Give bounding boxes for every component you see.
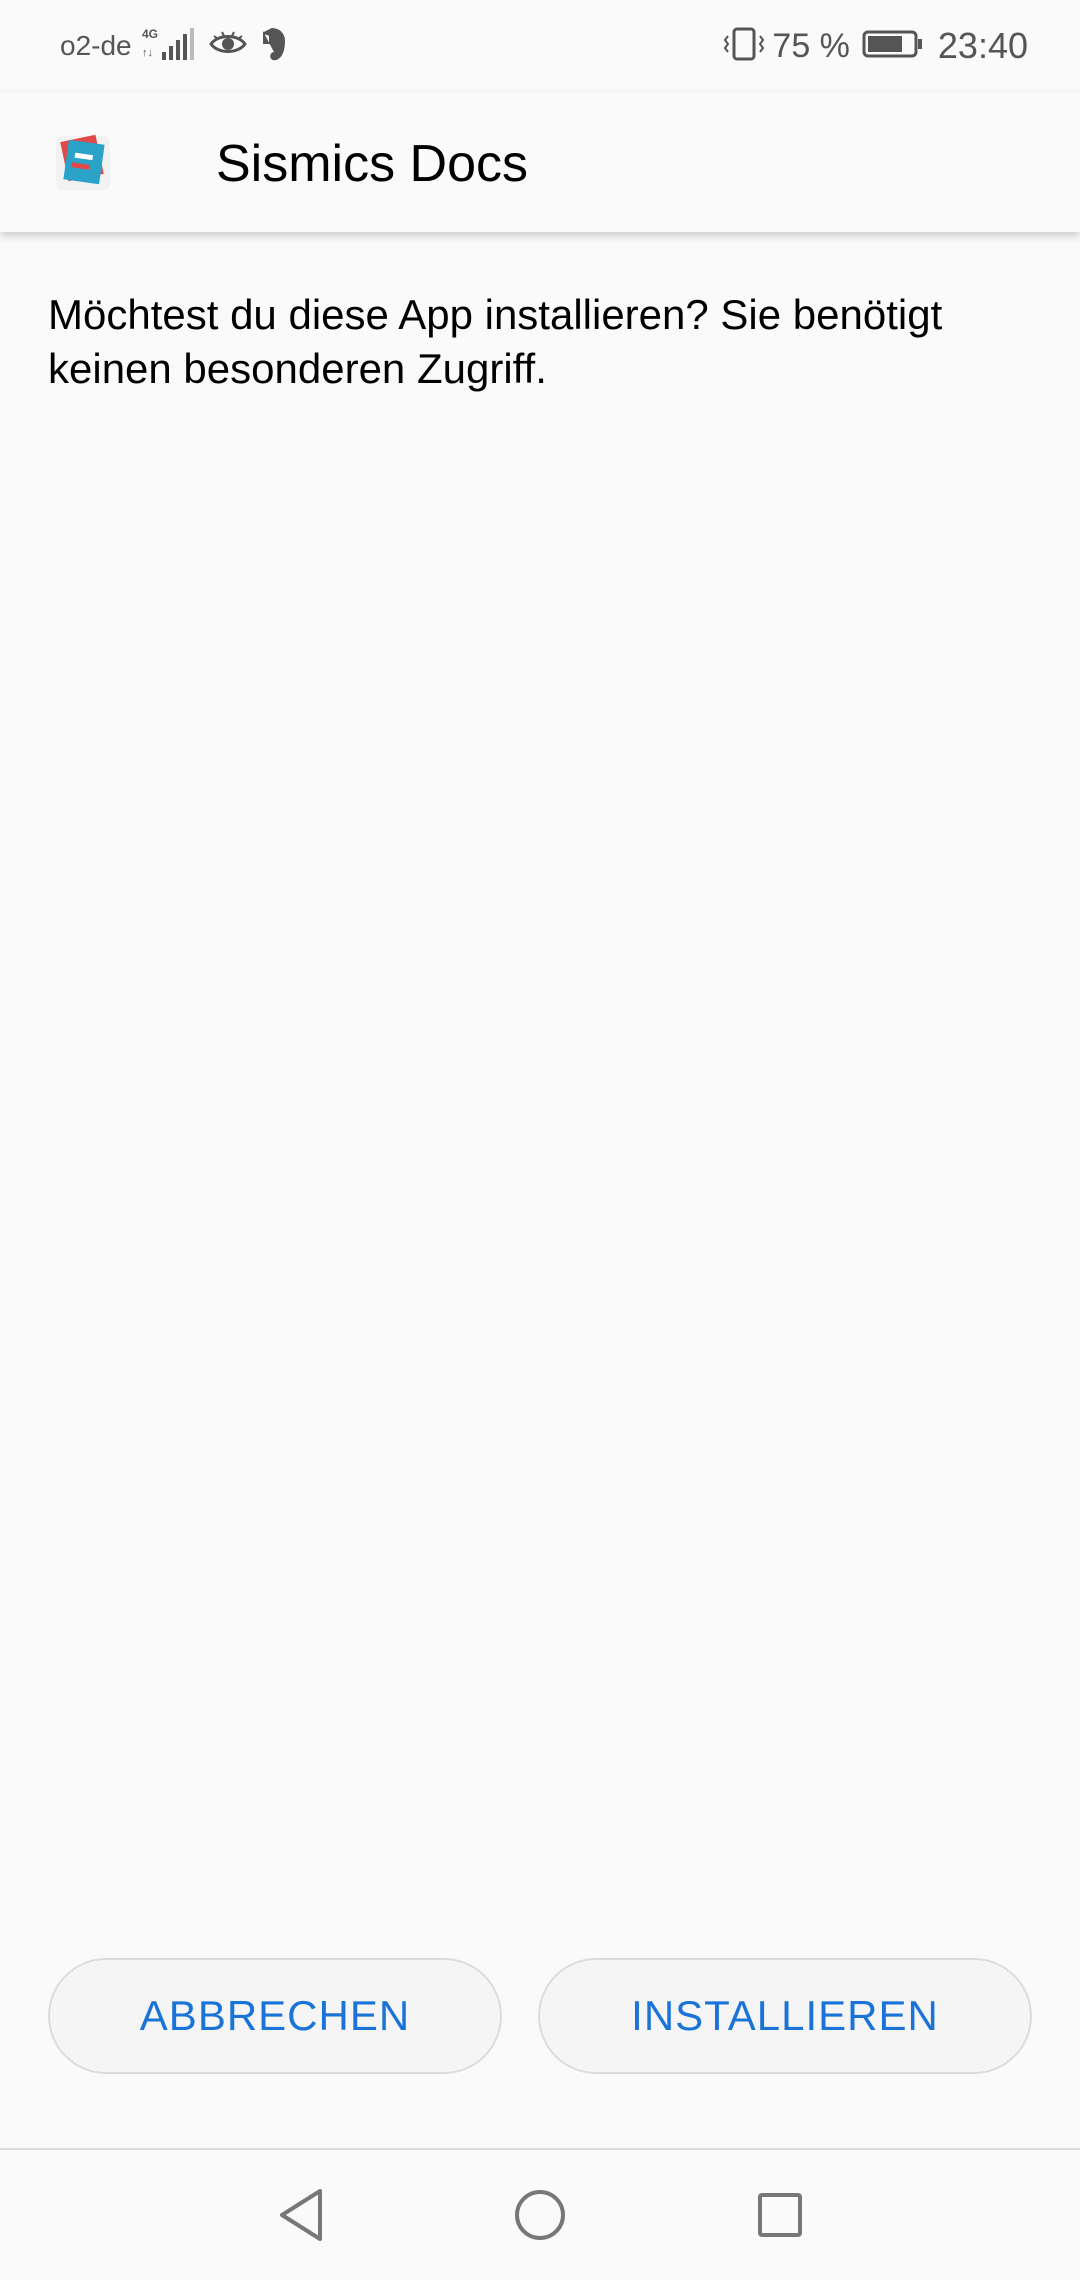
app-header: Sismics Docs — [0, 92, 1080, 232]
status-right: 75 % 23:40 — [714, 24, 1028, 68]
clock: 23:40 — [937, 25, 1028, 66]
carrier-label: o2-de — [60, 30, 132, 61]
network-type-label: 4G — [142, 27, 158, 41]
install-button[interactable]: INSTALLIEREN — [538, 1958, 1032, 2074]
home-button[interactable] — [505, 2180, 575, 2250]
recents-icon — [758, 2193, 802, 2237]
cancel-button[interactable]: ABBRECHEN — [48, 1958, 502, 2074]
vibrate-icon — [722, 26, 766, 67]
svg-text:↑↓: ↑↓ — [142, 47, 153, 59]
status-bar: o2-de 4G ↑↓ 75 % 23:40 — [0, 0, 1080, 92]
status-left: o2-de 4G ↑↓ — [60, 24, 288, 68]
evernote-icon — [258, 27, 288, 66]
install-message: Möchtest du diese App installieren? Sie … — [48, 291, 943, 392]
eye-icon — [208, 28, 248, 65]
app-title: Sismics Docs — [216, 135, 529, 193]
recents-button[interactable] — [745, 2180, 815, 2250]
back-icon — [280, 2189, 322, 2241]
signal-icon: 4G ↑↓ — [140, 26, 198, 67]
battery-percent: 75 % — [772, 26, 850, 65]
home-icon — [515, 2190, 565, 2240]
back-button[interactable] — [266, 2180, 336, 2250]
battery-icon — [862, 29, 924, 64]
navigation-bar — [0, 2150, 1080, 2280]
sismics-docs-app-icon — [52, 130, 116, 194]
